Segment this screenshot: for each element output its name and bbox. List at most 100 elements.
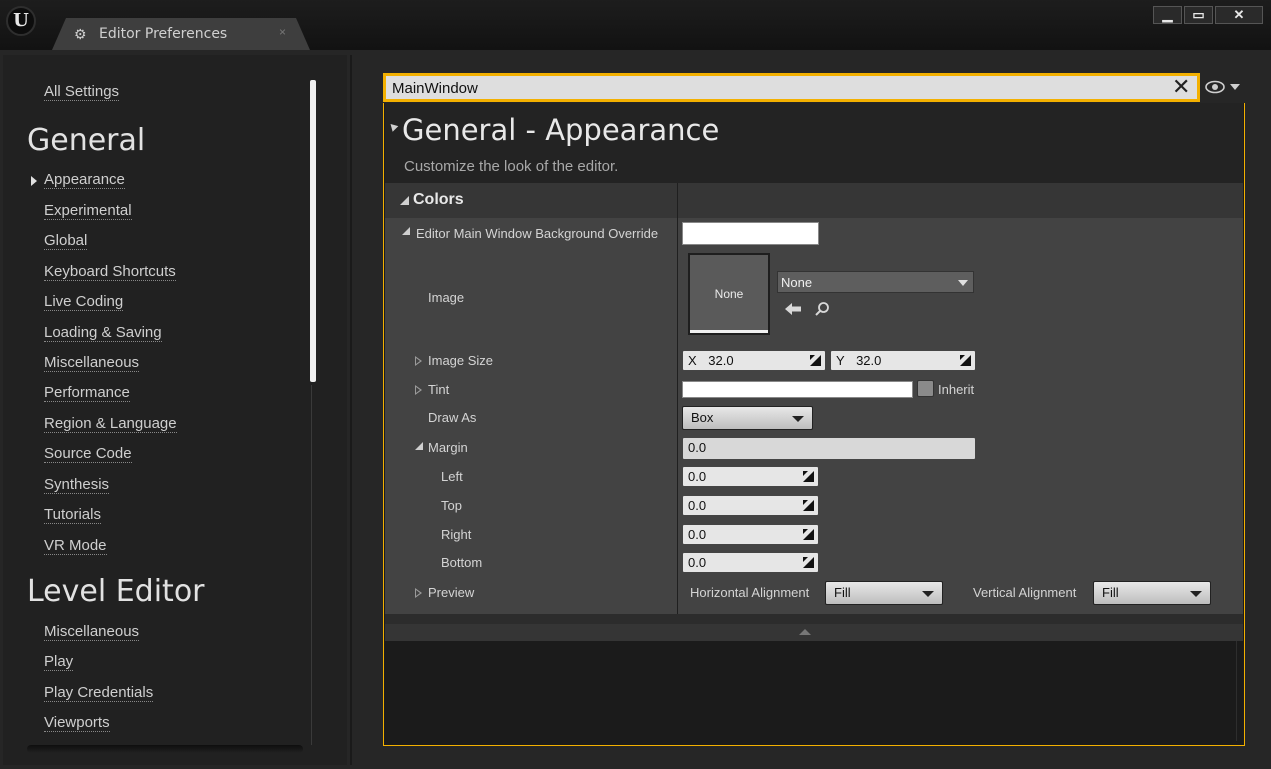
collapse-bar[interactable]	[385, 624, 1243, 641]
y-axis-label: Y	[836, 353, 845, 368]
margin-bottom-value: 0.0	[688, 555, 707, 570]
search-box[interactable]: ✕	[383, 73, 1200, 102]
maximize-button[interactable]: ▭	[1184, 6, 1213, 24]
property-label-image-size: Image Size	[428, 353, 494, 368]
sidebar-category-level-editor: Level Editor	[27, 574, 205, 609]
sidebar-item-all-settings[interactable]: All Settings	[44, 83, 120, 101]
draw-as-dropdown[interactable]: Box	[682, 406, 813, 430]
image-size-y-field[interactable]: Y 32.0	[830, 350, 976, 371]
collapsed-arrow-icon[interactable]	[415, 588, 422, 598]
sidebar-divider	[350, 55, 352, 765]
margin-right-field[interactable]: 0.0	[682, 524, 819, 545]
x-axis-label: X	[688, 353, 697, 368]
sidebar-item-viewports[interactable]: Viewports	[44, 714, 110, 732]
sidebar-item-source-code[interactable]: Source Code	[44, 445, 132, 463]
spin-drag-icon[interactable]	[803, 500, 814, 511]
view-options-eye-icon[interactable]	[1205, 80, 1225, 94]
expanded-arrow-icon[interactable]	[415, 442, 423, 450]
asset-picker-combo[interactable]: None	[777, 271, 974, 293]
sidebar-item-loading-saving[interactable]: Loading & Saving	[44, 324, 162, 342]
horizontal-alignment-label: Horizontal Alignment	[690, 585, 810, 600]
tab-close-icon[interactable]: ×	[279, 25, 286, 39]
margin-value: 0.0	[688, 440, 707, 455]
collapsed-arrow-icon[interactable]	[415, 356, 422, 366]
view-options-caret-icon[interactable]	[1230, 84, 1240, 90]
thumbnail-bar	[690, 330, 768, 333]
sidebar-item-play[interactable]: Play	[44, 653, 74, 671]
panel-scroll-track	[1236, 641, 1237, 741]
collapsed-arrow-icon[interactable]	[415, 385, 422, 395]
bg-override-color-swatch[interactable]	[682, 222, 819, 245]
category-label: Colors	[413, 191, 464, 208]
sidebar-item-performance[interactable]: Performance	[44, 384, 130, 402]
inherit-checkbox[interactable]	[917, 380, 934, 397]
chevron-down-icon	[958, 280, 968, 286]
property-label-tint: Tint	[428, 382, 450, 397]
browse-magnifier-icon[interactable]	[814, 301, 830, 317]
spin-drag-icon[interactable]	[803, 529, 814, 540]
sidebar-item-vr-mode[interactable]: VR Mode	[44, 537, 107, 555]
thumbnail-label: None	[714, 287, 744, 301]
unreal-logo-icon: U	[6, 6, 36, 36]
property-label-margin-top: Top	[441, 498, 462, 513]
sidebar-category-general: General	[27, 123, 146, 158]
clear-search-icon[interactable]: ✕	[1172, 76, 1190, 98]
spin-drag-icon[interactable]	[803, 471, 814, 482]
margin-top-value: 0.0	[688, 498, 707, 513]
sidebar-item-tutorials[interactable]: Tutorials	[44, 506, 101, 524]
settings-sliders-icon: ⚙	[74, 26, 87, 42]
section-description: Customize the look of the editor.	[404, 158, 619, 175]
property-label-margin-bottom: Bottom	[441, 555, 483, 570]
tint-color-swatch[interactable]	[682, 381, 913, 398]
horizontal-alignment-dropdown[interactable]: Fill	[825, 581, 943, 605]
inherit-label: Inherit	[938, 382, 975, 397]
close-window-button[interactable]: ✕	[1215, 6, 1263, 24]
tab-editor-preferences[interactable]: ⚙ Editor Preferences ×	[52, 18, 310, 50]
expanded-arrow-icon[interactable]	[402, 227, 410, 235]
spin-drag-icon[interactable]	[803, 557, 814, 568]
use-selected-arrow-icon[interactable]	[784, 302, 802, 316]
draw-as-value: Box	[691, 410, 714, 425]
vertical-alignment-value: Fill	[1102, 585, 1119, 600]
section-collapse-icon[interactable]	[387, 121, 399, 132]
sidebar-item-region-language[interactable]: Region & Language	[44, 415, 177, 433]
sidebar-item-miscellaneous[interactable]: Miscellaneous	[44, 354, 140, 372]
column-divider[interactable]	[677, 183, 678, 614]
sidebar-item-experimental[interactable]: Experimental	[44, 202, 132, 220]
sidebar-item-appearance[interactable]: Appearance	[44, 171, 125, 189]
x-value: 32.0	[708, 353, 734, 368]
image-size-x-field[interactable]: X 32.0	[682, 350, 826, 371]
sidebar-item-keyboard-shortcuts[interactable]: Keyboard Shortcuts	[44, 263, 176, 281]
property-label-margin-right: Right	[441, 527, 472, 542]
collapse-up-icon[interactable]	[799, 629, 811, 635]
property-label-margin-left: Left	[441, 469, 463, 484]
sidebar-scroll-track	[311, 385, 312, 745]
chevron-down-icon	[792, 416, 804, 422]
y-value: 32.0	[856, 353, 882, 368]
sidebar-item-global[interactable]: Global	[44, 232, 88, 250]
vertical-alignment-dropdown[interactable]: Fill	[1093, 581, 1211, 605]
property-label-image: Image	[428, 290, 465, 305]
margin-top-field[interactable]: 0.0	[682, 495, 819, 516]
sidebar-item-synthesis[interactable]: Synthesis	[44, 476, 110, 494]
sidebar-item-live-coding[interactable]: Live Coding	[44, 293, 124, 311]
sidebar-scrollbar[interactable]	[310, 80, 316, 382]
settings-sidebar: All Settings General Appearance Experime…	[3, 55, 347, 765]
sidebar-item-play-credentials[interactable]: Play Credentials	[44, 684, 154, 702]
margin-field[interactable]: 0.0	[682, 437, 976, 460]
category-expanded-icon[interactable]	[400, 196, 409, 205]
search-input[interactable]	[392, 79, 1152, 97]
spin-drag-icon[interactable]	[960, 355, 971, 366]
property-label-margin: Margin	[428, 440, 468, 455]
editor-preferences-content: All Settings General Appearance Experime…	[0, 50, 1271, 769]
property-grid-footer	[385, 614, 1243, 624]
spin-drag-icon[interactable]	[810, 355, 821, 366]
chevron-down-icon	[1190, 591, 1202, 597]
sidebar-item-level-miscellaneous[interactable]: Miscellaneous	[44, 623, 140, 641]
category-colors-row[interactable]: Colors	[385, 183, 1243, 218]
minimize-button[interactable]: ▁	[1153, 6, 1182, 24]
image-thumbnail[interactable]: None	[688, 253, 770, 335]
margin-left-field[interactable]: 0.0	[682, 466, 819, 487]
margin-bottom-field[interactable]: 0.0	[682, 552, 819, 573]
sidebar-scroll-shadow	[27, 745, 303, 753]
